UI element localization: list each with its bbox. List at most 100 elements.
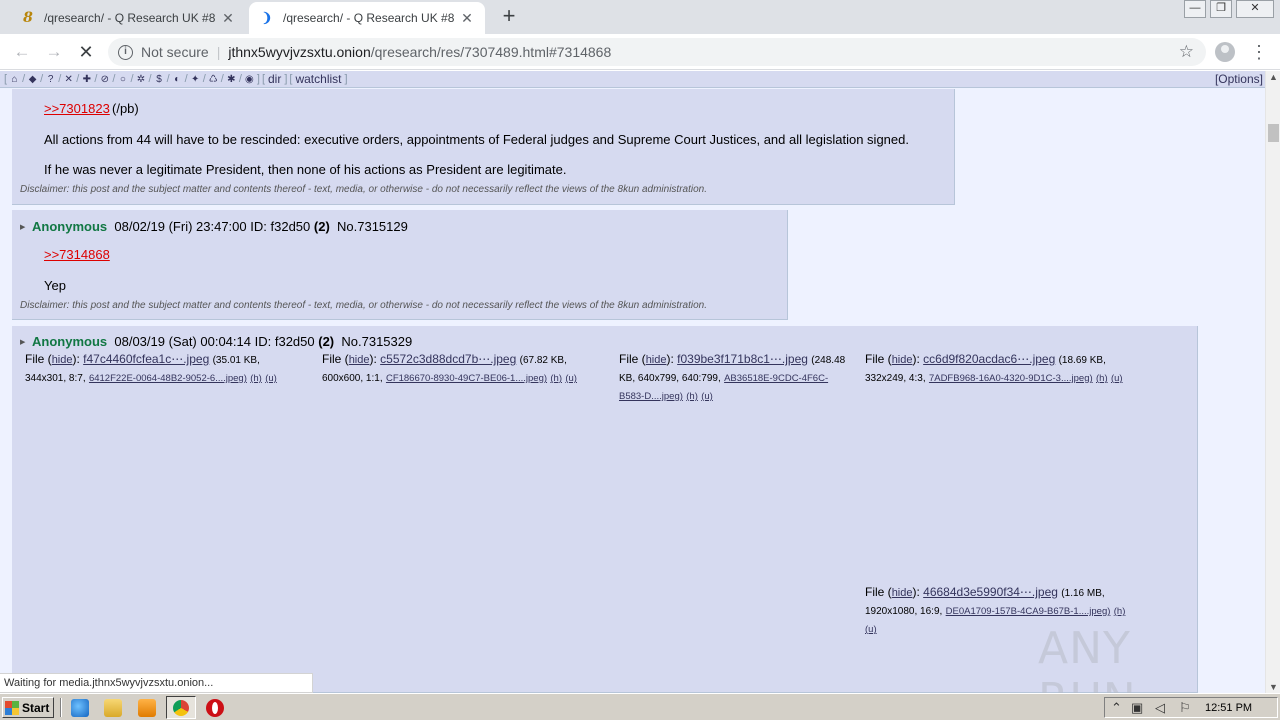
help-icon[interactable]: ? — [44, 74, 57, 85]
file-name-link[interactable]: cc6d9f820acdac6⋯.jpeg — [923, 352, 1055, 366]
file-meta: (1.16 MB, — [1061, 588, 1105, 599]
file-name-link[interactable]: f039be3f171b8c1⋯.jpeg — [677, 352, 808, 366]
dollar-icon[interactable]: $ — [153, 74, 166, 85]
file-name-link[interactable]: f47c4460fcfea1c⋯.jpeg — [83, 352, 209, 366]
search-icon[interactable]: ○ — [116, 74, 129, 85]
original-filename-link[interactable]: 6412F22E-0064-48B2-9052-6....jpeg) — [89, 373, 247, 384]
recycle-icon[interactable]: ♺ — [207, 74, 220, 85]
file-u-link[interactable]: (u) — [565, 373, 577, 384]
file-name-link[interactable]: 46684d3e5990f34⋯.jpeg — [923, 585, 1058, 599]
file-name-link[interactable]: c5572c3d88dcd7b⋯.jpeg — [380, 352, 516, 366]
forward-arrow-icon[interactable]: → — [43, 41, 65, 63]
home-icon[interactable]: ⌂ — [8, 74, 21, 85]
stop-loading-icon[interactable]: ✕ — [75, 41, 97, 63]
action-center-flag-icon[interactable]: ⚐ — [1179, 700, 1191, 716]
tab-close-icon[interactable]: ✕ — [459, 10, 475, 27]
poster-id[interactable]: f32d50 — [275, 334, 315, 349]
url-path: /qresearch/res/7307489.html#7314868 — [370, 44, 612, 60]
bug-icon[interactable]: ✱ — [225, 74, 238, 85]
start-button[interactable]: Start — [2, 697, 54, 718]
profile-avatar-icon[interactable] — [1215, 42, 1235, 62]
hide-file-link[interactable]: hide — [52, 354, 73, 366]
file-u-link[interactable]: (u) — [265, 373, 277, 384]
post-disclaimer: Disclaimer: this post and the subject ma… — [20, 300, 707, 311]
hide-file-link[interactable]: hide — [892, 587, 913, 599]
original-filename-link[interactable]: CF186670-8930-49C7-BE06-1....jpeg) — [386, 373, 547, 384]
scrollbar-thumb[interactable] — [1268, 124, 1279, 142]
file-meta: 1920x1080, 16:9, — [865, 606, 943, 617]
file-label: File — [25, 352, 45, 366]
address-bar[interactable]: i Not secure | jthnx5wyvjvzsxtu.onion/qr… — [108, 38, 1206, 66]
clock[interactable]: 12:51 PM — [1205, 702, 1252, 714]
kebab-menu-icon[interactable]: ⋮ — [1250, 42, 1268, 62]
original-filename-link[interactable]: B583-D....jpeg) — [619, 391, 683, 402]
internet-explorer-icon[interactable] — [71, 699, 89, 717]
maximize-button[interactable]: ❐ — [1210, 0, 1232, 18]
file-u-link[interactable]: (u) — [1111, 373, 1123, 384]
post-body-line: All actions from 44 will have to be resc… — [44, 132, 909, 147]
volume-icon[interactable]: ◁ — [1155, 700, 1165, 716]
post-number[interactable]: No.7315329 — [341, 334, 412, 349]
chrome-taskbar-button[interactable] — [166, 696, 196, 719]
file-meta: (18.69 KB, — [1058, 355, 1106, 366]
gear-icon[interactable]: ✲ — [135, 74, 148, 85]
options-link[interactable]: [Options] — [1215, 72, 1263, 86]
scroll-down-arrow-icon[interactable]: ▼ — [1266, 682, 1280, 692]
browser-tab-1[interactable]: 8 /qresearch/ - Q Research UK #8: Bo ✕ — [10, 2, 246, 34]
tab-close-icon[interactable]: ✕ — [220, 10, 236, 27]
post-reply: >>7301823 (/pb) All actions from 44 will… — [12, 89, 955, 205]
info-icon[interactable]: i — [118, 44, 133, 60]
new-tab-button[interactable]: + — [498, 5, 520, 28]
vertical-scrollbar[interactable]: ▲ ▼ — [1265, 71, 1280, 693]
dir-link[interactable]: dir — [268, 72, 281, 86]
file-meta: (35.01 KB, — [212, 355, 260, 366]
file-h-link[interactable]: (h) — [686, 391, 698, 402]
poster-id-count: (2) — [318, 334, 335, 349]
tray-expand-icon[interactable]: ⌃ — [1111, 700, 1122, 716]
random-icon[interactable]: ✕ — [62, 74, 75, 85]
file-explorer-icon[interactable] — [104, 699, 122, 717]
post-body-line: Yep — [44, 278, 66, 293]
quote-link[interactable]: >>7314868 — [44, 247, 110, 262]
poster-id-label: ID: — [254, 334, 272, 349]
minimize-button[interactable]: — — [1184, 0, 1206, 18]
original-filename-link[interactable]: AB36518E-9CDC-4F6C- — [724, 373, 828, 384]
file-label: File — [322, 352, 342, 366]
ban-icon[interactable]: ⊘ — [98, 74, 111, 85]
tab-title: /qresearch/ - Q Research UK #8: Bo — [44, 11, 216, 25]
browser-tab-2[interactable]: ❩ /qresearch/ - Q Research UK #8: Bo ✕ — [249, 2, 485, 34]
post-menu-caret-icon[interactable]: ▶ — [20, 339, 25, 346]
url-host: jthnx5wyvjvzsxtu.onion — [228, 44, 371, 60]
post-menu-caret-icon[interactable]: ▶ — [20, 224, 25, 231]
close-window-button[interactable]: ✕ — [1236, 0, 1274, 18]
theme-icon[interactable]: ◐ — [171, 74, 184, 85]
original-filename-link[interactable]: 7ADFB968-16A0-4320-9D1C-3....jpeg) — [929, 373, 1093, 384]
hide-file-link[interactable]: hide — [349, 354, 370, 366]
poster-id-count: (2) — [313, 219, 330, 234]
file-label: File — [865, 585, 885, 599]
network-icon[interactable]: ▣ — [1131, 700, 1143, 716]
file-u-link[interactable]: (u) — [701, 391, 713, 402]
file-label: File — [619, 352, 639, 366]
opera-icon[interactable] — [206, 699, 224, 717]
file-h-link[interactable]: (h) — [250, 373, 262, 384]
back-arrow-icon[interactable]: ← — [11, 41, 33, 63]
file-u-link[interactable]: (u) — [865, 624, 877, 635]
hide-file-link[interactable]: hide — [892, 354, 913, 366]
media-player-icon[interactable] — [138, 699, 156, 717]
file-h-link[interactable]: (h) — [550, 373, 562, 384]
check-icon[interactable]: ◉ — [243, 74, 256, 85]
watchlist-link[interactable]: watchlist — [295, 72, 341, 86]
tag-icon[interactable]: ◆ — [26, 74, 39, 85]
file-h-link[interactable]: (h) — [1096, 373, 1108, 384]
post-number[interactable]: No.7315129 — [337, 219, 408, 234]
scroll-up-arrow-icon[interactable]: ▲ — [1266, 72, 1280, 82]
hide-file-link[interactable]: hide — [646, 354, 667, 366]
quote-link[interactable]: >>7301823 — [44, 101, 110, 116]
post-disclaimer: Disclaimer: this post and the subject ma… — [20, 184, 707, 195]
poster-id[interactable]: f32d50 — [271, 219, 311, 234]
post-body-line: If he was never a legitimate President, … — [44, 162, 567, 177]
plus-icon[interactable]: ✚ — [80, 74, 93, 85]
twitter-icon[interactable]: ✦ — [189, 74, 202, 85]
bookmark-star-icon[interactable]: ☆ — [1179, 42, 1194, 62]
